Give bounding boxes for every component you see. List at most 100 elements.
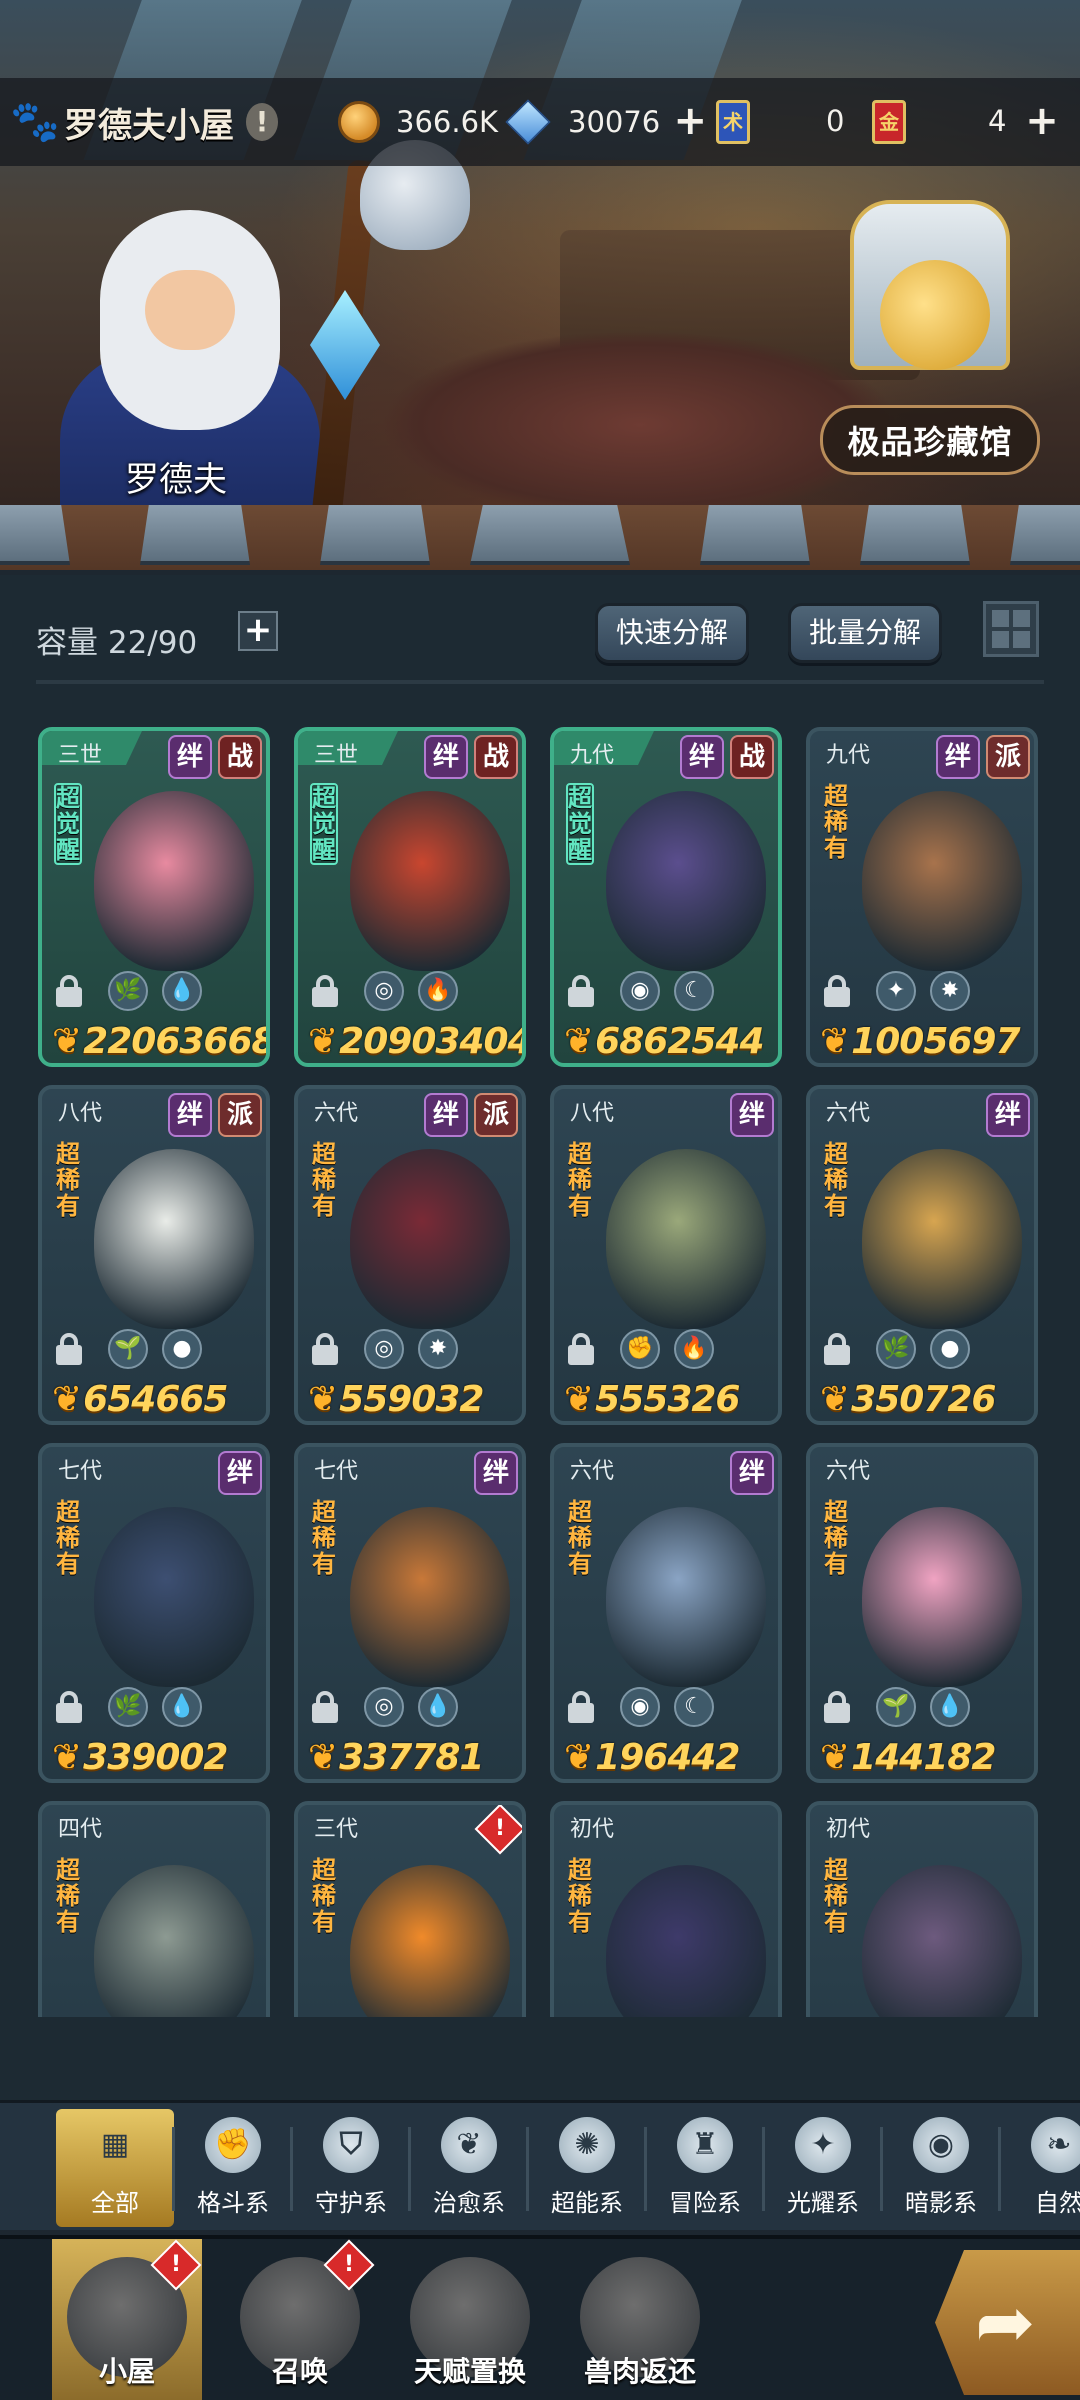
lock-icon[interactable] <box>54 975 84 1007</box>
pet-card[interactable]: 八代 绊派超稀有 🌱 ● ❦654665 <box>38 1085 270 1425</box>
pet-generation: 初代 <box>826 1817 871 1842</box>
shield-icon: ⛉ <box>323 2117 379 2173</box>
category-tab[interactable]: ✦ 光耀系 <box>764 2109 882 2227</box>
pet-card[interactable]: 六代 绊超稀有 🌿 ● ❦350726 <box>806 1085 1038 1425</box>
category-tab[interactable]: ◉ 暗影系 <box>882 2109 1000 2227</box>
element-icon: ☾ <box>674 971 714 1011</box>
nav-tab[interactable]: 天赋置换 <box>395 2239 545 2400</box>
pet-portrait <box>862 1865 1022 2017</box>
go-arrow-button[interactable]: ➦ <box>935 2250 1080 2395</box>
pet-portrait <box>606 1865 766 2017</box>
pet-power: ❦339002 <box>52 1737 228 1778</box>
pet-tag: 绊 <box>168 1093 212 1137</box>
add-crystal-button[interactable]: + <box>670 101 710 142</box>
pet-tag: 绊 <box>168 735 212 779</box>
info-button[interactable]: ! <box>246 103 278 141</box>
pet-card[interactable]: 三世 绊战超觉醒 🌿 💧 ❦22063668 <box>38 727 270 1067</box>
element-icon: 🌿 <box>876 1329 916 1369</box>
element-icon: ● <box>162 1329 202 1369</box>
category-filter-bar: ▦ 全部 ✊ 格斗系 ⛉ 守护系 ❦ 治愈系 ✺ 超能系 ♜ 冒险系 ✦ 光耀系 ◉ 暗影系 ❧ 自然 <box>0 2100 1080 2230</box>
pet-card[interactable]: 九代 绊战超觉醒 ◉ ☾ ❦6862544 <box>550 727 782 1067</box>
quick-decompose-button[interactable]: 快速分解 <box>595 603 750 663</box>
power-value: 144182 <box>851 1737 996 1778</box>
pet-generation: 九代 <box>570 743 615 768</box>
category-tab[interactable]: ✊ 格斗系 <box>174 2109 292 2227</box>
staff-gem <box>310 290 380 400</box>
pet-card[interactable]: 四代 超稀有 <box>38 1801 270 2017</box>
power-flame-icon: ❦ <box>564 1379 594 1420</box>
pet-card[interactable]: 七代 绊超稀有 ◎ 💧 ❦337781 <box>294 1443 526 1783</box>
element-icon: ✸ <box>930 971 970 1011</box>
power-value: 555326 <box>595 1379 740 1420</box>
power-value: 337781 <box>339 1737 484 1778</box>
pet-card[interactable]: 八代 绊超稀有 ✊ 🔥 ❦555326 <box>550 1085 782 1425</box>
resource-bar: 🐾 罗德夫小屋 ! 366.6K 30076 + 术 0 金 4 + <box>0 78 1080 166</box>
blue-card-icon: 术 <box>716 100 750 144</box>
lock-icon[interactable] <box>566 1333 596 1365</box>
gold-card-value: 4 <box>988 104 1007 138</box>
category-tab[interactable]: ⛉ 守护系 <box>292 2109 410 2227</box>
nav-tab[interactable]: 兽肉返还 <box>565 2239 715 2400</box>
pet-card[interactable]: 三代! 超稀有 <box>294 1801 526 2017</box>
pet-card[interactable]: 六代 绊超稀有 ◉ ☾ ❦196442 <box>550 1443 782 1783</box>
pet-power: ❦20903404 <box>308 1021 526 1062</box>
house-title-group: 🐾 罗德夫小屋 ! <box>0 98 320 147</box>
pet-tag: 绊 <box>986 1093 1030 1137</box>
lock-icon[interactable] <box>822 975 852 1007</box>
power-value: 20903404 <box>339 1021 526 1062</box>
pet-card[interactable]: 初代 超稀有 <box>806 1801 1038 2017</box>
batch-decompose-button[interactable]: 批量分解 <box>788 603 943 663</box>
category-tab[interactable]: ▦ 全部 <box>56 2109 174 2227</box>
lock-icon[interactable] <box>54 1691 84 1723</box>
category-tab[interactable]: ♜ 冒险系 <box>646 2109 764 2227</box>
add-gold-card-button[interactable]: + <box>1022 101 1062 142</box>
rarity-label: 超稀有 <box>824 1140 848 1220</box>
pet-card[interactable]: 初代 超稀有 <box>550 1801 782 2017</box>
rarity-label: 超稀有 <box>56 1856 80 1936</box>
golden-statue <box>880 260 990 370</box>
pet-portrait <box>862 791 1022 971</box>
grid-view-toggle[interactable] <box>983 601 1039 657</box>
element-icon: ◉ <box>620 1687 660 1727</box>
pet-tag: 绊 <box>680 735 724 779</box>
gold-resource: 366.6K <box>338 100 498 144</box>
lock-icon[interactable] <box>822 1333 852 1365</box>
category-tab[interactable]: ✺ 超能系 <box>528 2109 646 2227</box>
nav-tab[interactable]: ! 小屋 <box>52 2239 202 2400</box>
power-flame-icon: ❦ <box>52 1379 82 1420</box>
power-flame-icon: ❦ <box>308 1021 338 1062</box>
pet-generation: 初代 <box>570 1817 615 1842</box>
pet-card[interactable]: 六代 超稀有 🌱 💧 ❦144182 <box>806 1443 1038 1783</box>
pet-card[interactable]: 三世 绊战超觉醒 ◎ 🔥 ❦20903404 <box>294 727 526 1067</box>
category-tab[interactable]: ❦ 治愈系 <box>410 2109 528 2227</box>
stone-border <box>0 505 1080 570</box>
pet-power: ❦350726 <box>820 1379 996 1420</box>
lock-icon[interactable] <box>54 1333 84 1365</box>
power-flame-icon: ❦ <box>564 1021 594 1062</box>
pet-portrait <box>94 1149 254 1329</box>
nav-tab[interactable]: ! 召唤 <box>225 2239 375 2400</box>
power-flame-icon: ❦ <box>820 1021 850 1062</box>
gold-card-icon: 金 <box>872 100 906 144</box>
pet-card[interactable]: 七代 绊超稀有 🌿 💧 ❦339002 <box>38 1443 270 1783</box>
lock-icon[interactable] <box>310 975 340 1007</box>
rarity-label: 超稀有 <box>824 1498 848 1578</box>
pet-portrait <box>94 1865 254 2017</box>
pet-card[interactable]: 九代 绊派超稀有 ✦ ✸ ❦1005697 <box>806 727 1038 1067</box>
lock-icon[interactable] <box>310 1691 340 1723</box>
bottom-nav: ! 小屋! 召唤 天赋置换 兽肉返还 <box>0 2235 1080 2400</box>
element-icon: 🔥 <box>674 1329 714 1369</box>
lock-icon[interactable] <box>566 975 596 1007</box>
rarity-label: 超觉醒 <box>566 783 594 865</box>
pet-card-grid: 三世绊战超觉醒 🌿 💧 ❦22063668 三世绊战超觉醒 ◎ 🔥 ❦20903404 九代绊战… <box>38 727 1048 2017</box>
premium-collection-button[interactable]: 极品珍藏馆 <box>820 405 1040 475</box>
lock-icon[interactable] <box>822 1691 852 1723</box>
pet-power: ❦654665 <box>52 1379 228 1420</box>
category-tab[interactable]: ❧ 自然 <box>1000 2109 1080 2227</box>
lock-icon[interactable] <box>566 1691 596 1723</box>
element-icon: 💧 <box>418 1687 458 1727</box>
lock-icon[interactable] <box>310 1333 340 1365</box>
expand-capacity-button[interactable]: + <box>238 611 278 651</box>
pet-card[interactable]: 六代 绊派超稀有 ◎ ✸ ❦559032 <box>294 1085 526 1425</box>
pet-generation: 八代 <box>570 1101 615 1126</box>
